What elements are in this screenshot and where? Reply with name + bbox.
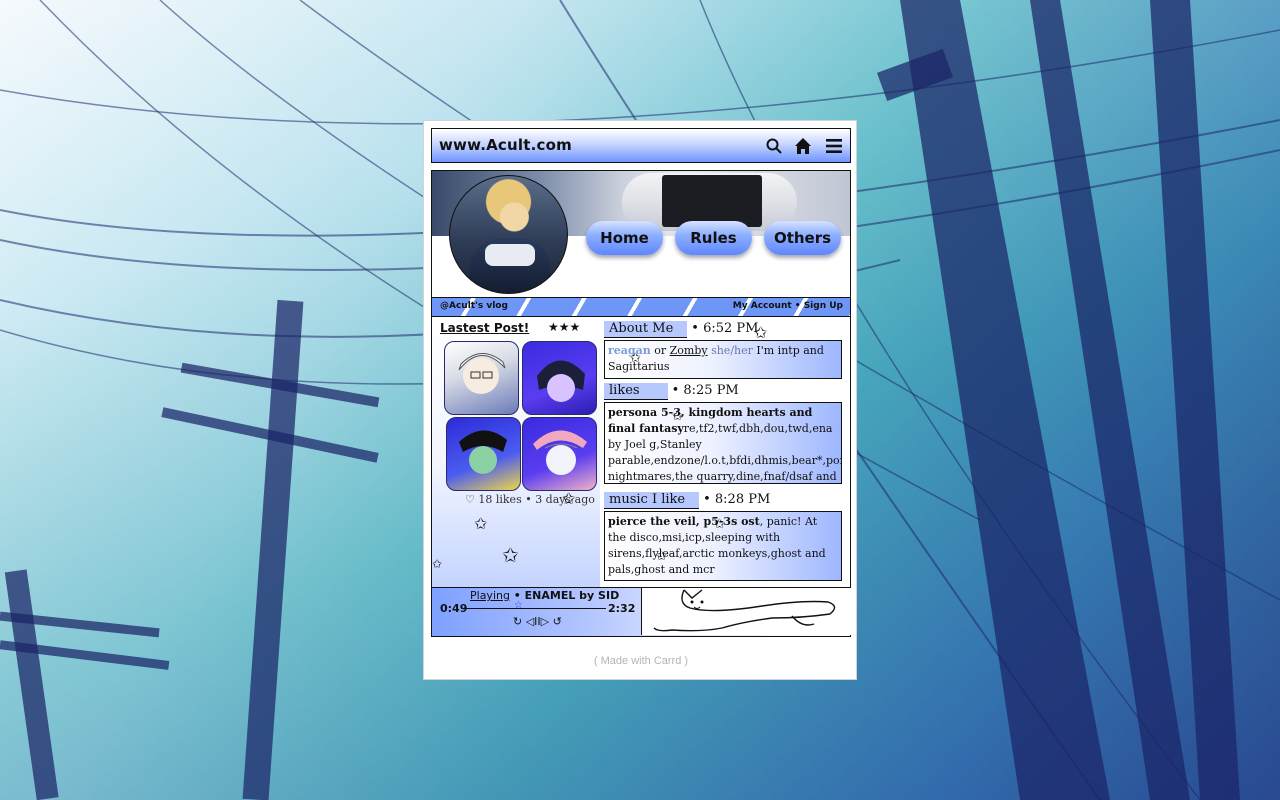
likes-box: persona 5-3, kingdom hearts and final fa… xyxy=(604,402,842,484)
pronouns: she/her xyxy=(707,344,757,357)
player-progress-track[interactable] xyxy=(464,608,606,609)
star-decoration-icon: ✩ xyxy=(432,557,443,571)
star-decoration-icon: ✩ xyxy=(672,409,683,424)
about-heading: About Me • 6:52 PM xyxy=(604,321,759,338)
music-highlight: pierce the veil, p5-3s ost xyxy=(608,515,760,528)
likes-time: • 8:25 PM xyxy=(671,383,739,398)
star-decoration-icon: ✩ xyxy=(714,517,725,532)
star-decoration-icon: ✩ xyxy=(474,514,488,533)
about-title: About Me xyxy=(604,321,688,338)
cat-doodle-image xyxy=(653,589,836,632)
star-decoration-icon: ✩ xyxy=(562,489,576,508)
star-decoration-icon: ✩ xyxy=(656,549,667,564)
profile-card: www.Acult.com Home Rules Others @Acult's… xyxy=(423,120,857,680)
info-panel: About Me • 6:52 PM reagan or Zomby she/he… xyxy=(604,317,842,587)
player-duration: 2:32 xyxy=(608,602,636,615)
likes-heading: likes • 8:25 PM xyxy=(604,383,739,400)
player-track: • ENAMEL by SID xyxy=(509,589,620,602)
avatar-scarf xyxy=(485,244,535,266)
player-title: Playing • ENAMEL by SID xyxy=(470,589,619,602)
post-image-3[interactable] xyxy=(446,417,521,491)
about-or: or xyxy=(650,344,670,357)
likes-title: likes xyxy=(604,383,668,400)
post-image-2[interactable] xyxy=(522,341,597,415)
avatar xyxy=(449,175,568,294)
site-title[interactable]: www.Acult.com xyxy=(439,136,572,154)
info-strip: @Acult's vlog My Account • Sign Up xyxy=(431,297,851,317)
account-links[interactable]: My Account • Sign Up xyxy=(733,301,843,311)
music-title: music I like xyxy=(604,492,700,509)
vlog-link[interactable]: @Acult's vlog xyxy=(440,301,508,311)
music-time: • 8:28 PM xyxy=(703,492,771,507)
player-controls[interactable]: ↻ ◁II▷ ↺ xyxy=(513,615,562,628)
made-with-carrd-link[interactable]: ( Made with Carrd ) xyxy=(424,655,858,667)
about-time: • 6:52 PM xyxy=(691,321,759,336)
nav-others-button[interactable]: Others xyxy=(764,221,841,255)
post-image-4[interactable] xyxy=(522,417,597,491)
main-content: Lastest Post! ★★★ ♡ 18 likes • 3 days ag… xyxy=(431,317,851,587)
post-rating: ★★★ xyxy=(548,320,581,334)
player-status-link[interactable]: Playing xyxy=(470,589,510,602)
player-progress-knob[interactable]: ☆ xyxy=(514,600,523,611)
nav-home-button[interactable]: Home xyxy=(586,221,663,255)
post-image-1[interactable] xyxy=(444,341,519,415)
player-art xyxy=(641,588,852,635)
latest-post-heading[interactable]: Lastest Post! xyxy=(440,321,529,335)
star-decoration-icon: ✩ xyxy=(754,323,768,342)
star-decoration-icon: ✩ xyxy=(502,543,519,567)
home-icon[interactable] xyxy=(794,137,812,155)
top-bar: www.Acult.com xyxy=(431,128,851,163)
music-heading: music I like • 8:28 PM xyxy=(604,492,771,509)
star-decoration-icon: ✩ xyxy=(630,351,641,366)
header-banner: Home Rules Others xyxy=(431,170,851,298)
name-zomby-link[interactable]: Zomby xyxy=(670,344,708,357)
console-screen-image xyxy=(662,175,762,227)
search-icon[interactable] xyxy=(765,137,783,155)
latest-post-panel: Lastest Post! ★★★ ♡ 18 likes • 3 days ag… xyxy=(432,317,600,587)
nav-rules-button[interactable]: Rules xyxy=(675,221,752,255)
music-player: Playing • ENAMEL by SID 0:49 ☆ 2:32 ↻ ◁I… xyxy=(431,587,852,637)
menu-icon[interactable] xyxy=(825,137,843,155)
